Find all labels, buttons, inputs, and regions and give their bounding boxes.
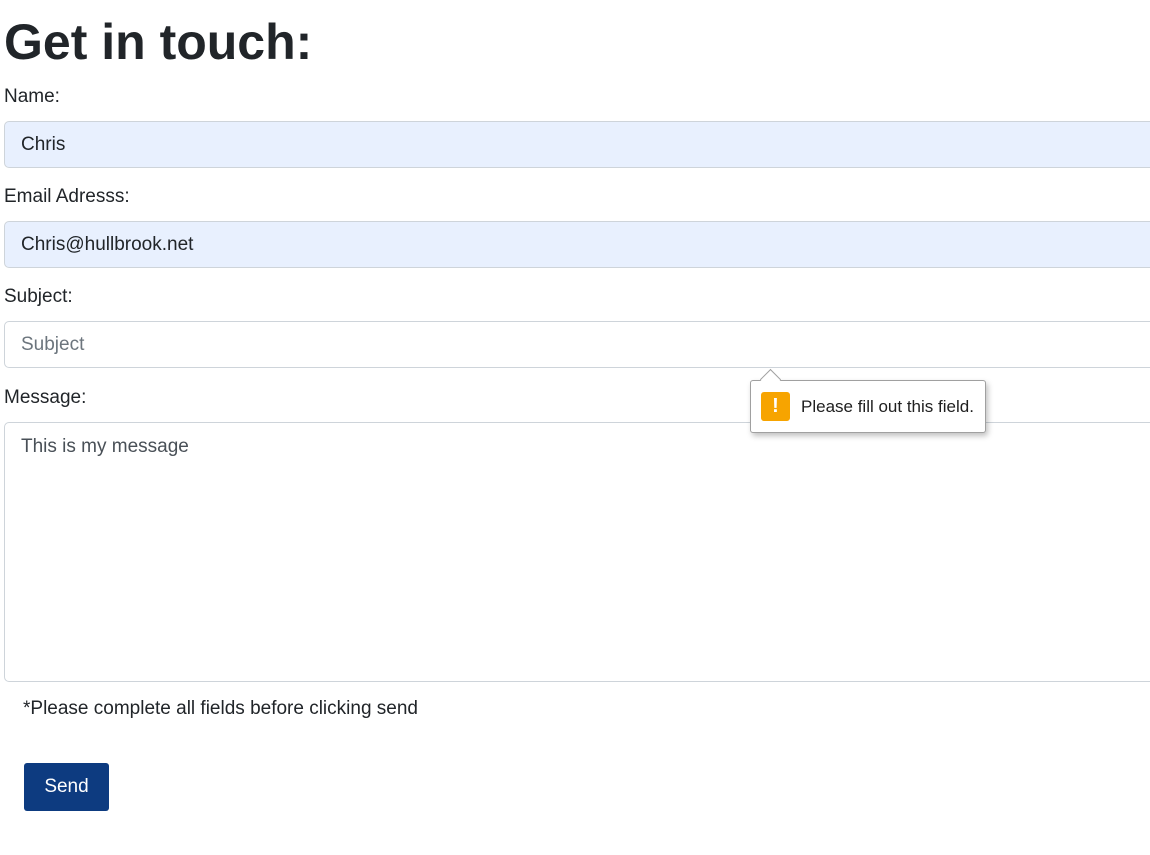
validation-message: Please fill out this field. [801,396,974,416]
subject-field[interactable] [4,321,1150,368]
message-field[interactable] [4,422,1150,682]
validation-tooltip: ! Please fill out this field. [750,368,986,433]
email-field[interactable] [4,221,1150,268]
subject-label: Subject: [4,286,73,307]
email-label: Email Adresss: [4,186,130,207]
name-label: Name: [4,86,60,107]
warning-icon: ! [761,392,790,421]
name-field[interactable] [4,121,1150,168]
message-label: Message: [4,387,87,408]
tooltip-arrow [759,368,782,391]
page-title: Get in touch: [4,14,313,70]
send-button[interactable]: Send [24,763,109,811]
contact-page: Get in touch: Name: Email Adresss: Subje… [0,0,1150,855]
form-note: *Please complete all fields before click… [23,698,418,719]
